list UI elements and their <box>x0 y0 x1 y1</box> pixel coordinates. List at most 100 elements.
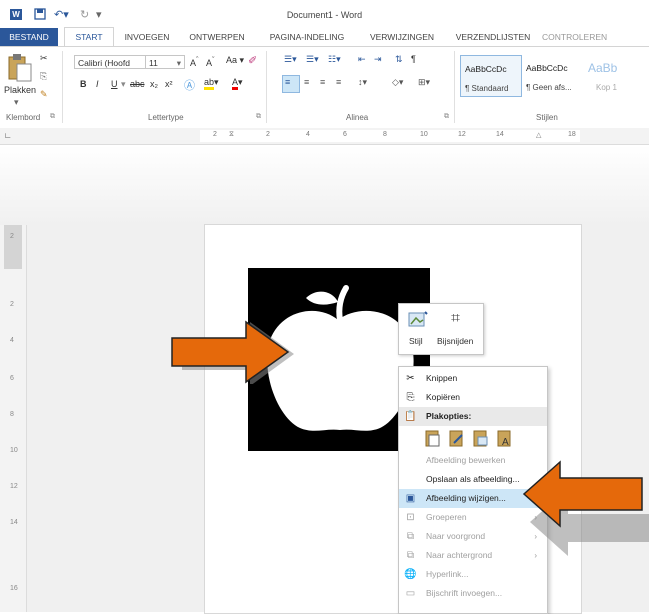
vertical-ruler[interactable]: 2 2 4 6 8 10 12 14 16 <box>0 225 27 612</box>
paste-icon[interactable] <box>6 53 36 83</box>
show-marks-icon[interactable]: ¶ <box>411 54 416 64</box>
increase-indent-icon[interactable]: ⇥ <box>374 54 382 65</box>
decrease-indent-icon[interactable]: ⇤ <box>358 54 366 65</box>
picture-style-icon[interactable] <box>407 310 429 330</box>
paste-merge-icon[interactable] <box>449 429 465 447</box>
group-label-font: Lettertype <box>148 113 184 122</box>
vruler-tick: 10 <box>10 447 18 454</box>
horizontal-ruler[interactable]: ∟ 2 ⧖ 2 4 6 8 10 12 14 △ 18 <box>0 128 649 145</box>
line-spacing-icon[interactable]: ↕▾ <box>358 77 367 88</box>
tab-controleren[interactable]: CONTROLEREN <box>542 28 649 46</box>
menu-item-label: Naar achtergrond <box>426 550 493 560</box>
vruler-margin <box>4 225 22 269</box>
hyperlink-icon: 🌐 <box>404 569 417 580</box>
superscript-button[interactable]: x² <box>165 79 173 89</box>
ruler-tick: 10 <box>420 131 428 138</box>
paste-icon: 📋 <box>404 411 417 422</box>
vruler-tick: 14 <box>10 519 18 526</box>
underline-dropdown[interactable]: ▾ <box>121 79 126 90</box>
font-size-select[interactable]: 11 ▾ <box>145 55 185 69</box>
chevron-down-icon[interactable]: ▾ <box>14 97 19 108</box>
annotation-arrow-left <box>520 458 649 558</box>
menu-item-bijschrift-invoegen[interactable]: ▭ Bijschrift invoegen... <box>399 584 547 603</box>
tab-pagina-indeling[interactable]: PAGINA-INDELING <box>262 28 352 46</box>
strikethrough-button[interactable]: abc <box>130 79 145 89</box>
sort-icon[interactable]: ⇅ <box>395 54 403 65</box>
tab-invoegen[interactable]: INVOEGEN <box>118 28 176 46</box>
paste-button[interactable]: Plakken <box>4 85 36 95</box>
tab-start[interactable]: START <box>64 27 114 48</box>
text-effects-icon[interactable]: Ⓐ <box>184 77 195 93</box>
style-name: ¶ Geen afs... <box>526 83 572 92</box>
copy-icon[interactable]: ⎘ <box>40 71 47 82</box>
subscript-button[interactable]: x₂ <box>150 79 158 89</box>
menu-item-label: Bijschrift invoegen... <box>426 588 503 598</box>
italic-button[interactable]: I <box>96 79 99 89</box>
tab-verwijzingen[interactable]: VERWIJZINGEN <box>362 28 442 46</box>
tab-verzendlijsten[interactable]: VERZENDLIJSTEN <box>452 28 534 46</box>
font-size-value: 11 <box>149 58 158 68</box>
shrink-font-icon[interactable]: Aˇ <box>206 55 215 68</box>
borders-icon[interactable]: ⊞▾ <box>418 77 430 88</box>
align-left-icon: ≡ <box>285 77 291 87</box>
align-center-icon[interactable]: ≡ <box>304 77 309 87</box>
bullets-icon[interactable]: ☰▾ <box>284 54 297 65</box>
tab-selector-icon[interactable]: ∟ <box>4 131 12 140</box>
indent-marker-icon[interactable]: ⧖ <box>229 131 234 139</box>
ruler-tick: 6 <box>343 131 347 138</box>
vruler-tick: 2 <box>10 233 14 240</box>
highlight-color-icon[interactable]: ab▾ <box>204 77 219 90</box>
svg-text:A: A <box>502 437 509 447</box>
crop-button[interactable]: Bijsnijden <box>437 336 473 346</box>
style-geen-afstand[interactable]: AaBbCcDc ¶ Geen afs... <box>522 55 582 95</box>
menu-item-hyperlink[interactable]: 🌐 Hyperlink... <box>399 565 547 584</box>
ruler-tick: 2 <box>213 131 217 138</box>
dialog-launcher-icon[interactable]: ⧉ <box>50 113 55 121</box>
font-name-select[interactable]: Calibri (Hoofd <box>74 55 146 69</box>
tab-bestand[interactable]: BESTAND <box>0 28 58 46</box>
font-dialog-launcher-icon[interactable]: ⧉ <box>256 113 261 121</box>
style-button[interactable]: Stijl <box>409 336 423 346</box>
menu-item-label: Knippen <box>426 373 458 383</box>
menu-item-kopieren[interactable]: ⎘ Kopiëren <box>399 388 547 407</box>
style-kop1[interactable]: AaBb Kop 1 <box>584 55 649 95</box>
clear-formatting-icon[interactable]: ✐ <box>248 54 257 67</box>
align-right-icon[interactable]: ≡ <box>320 77 325 87</box>
underline-button[interactable]: U <box>111 79 118 89</box>
tab-ontwerpen[interactable]: ONTWERPEN <box>182 28 252 46</box>
font-color-icon[interactable]: A▾ <box>232 77 243 90</box>
paragraph-dialog-launcher-icon[interactable]: ⧉ <box>444 113 449 121</box>
cut-icon[interactable]: ✂ <box>40 53 48 64</box>
vruler-tick: 16 <box>10 585 18 592</box>
change-case-label: Aa <box>226 55 238 65</box>
grow-font-icon[interactable]: Aˆ <box>190 55 199 68</box>
menu-item-knippen[interactable]: ✂ Knippen <box>399 369 547 388</box>
paste-text-only-icon[interactable]: A <box>497 429 513 448</box>
multilevel-list-icon[interactable]: ☷▾ <box>328 54 341 65</box>
vruler-tick: 4 <box>10 337 14 344</box>
menu-item-label: Naar voorgrond <box>426 531 486 541</box>
group-label-clipboard: Klembord <box>6 113 41 122</box>
ribbon-tabs: BESTAND START INVOEGEN ONTWERPEN PAGINA-… <box>0 27 649 48</box>
menu-item-label: Afbeelding bewerken <box>426 455 506 465</box>
change-case-button[interactable]: Aa ▾ <box>226 55 244 66</box>
right-indent-icon[interactable]: △ <box>536 131 541 139</box>
style-preview: AaBbCcDc <box>465 64 507 74</box>
numbering-icon[interactable]: ☰▾ <box>306 54 319 65</box>
caption-icon: ▭ <box>405 588 416 599</box>
paste-keep-source-icon[interactable] <box>425 429 441 447</box>
paste-picture-icon[interactable] <box>473 429 489 447</box>
format-painter-icon[interactable]: ✎ <box>40 89 48 100</box>
scissors-icon: ✂ <box>406 373 415 384</box>
style-standaard[interactable]: AaBbCcDc ¶ Standaard <box>460 55 522 97</box>
change-picture-icon: ▣ <box>405 493 416 504</box>
bold-button[interactable]: B <box>80 79 87 89</box>
justify-icon[interactable]: ≡ <box>336 77 341 87</box>
style-name: ¶ Standaard <box>465 84 509 93</box>
style-preview: AaBb <box>588 61 618 75</box>
ruler-tick: 12 <box>458 131 466 138</box>
crop-icon[interactable]: ⌗ <box>451 310 460 328</box>
shading-icon[interactable]: ◇▾ <box>392 77 403 88</box>
group-label-styles: Stijlen <box>536 113 558 122</box>
ruler-tick: 4 <box>306 131 310 138</box>
